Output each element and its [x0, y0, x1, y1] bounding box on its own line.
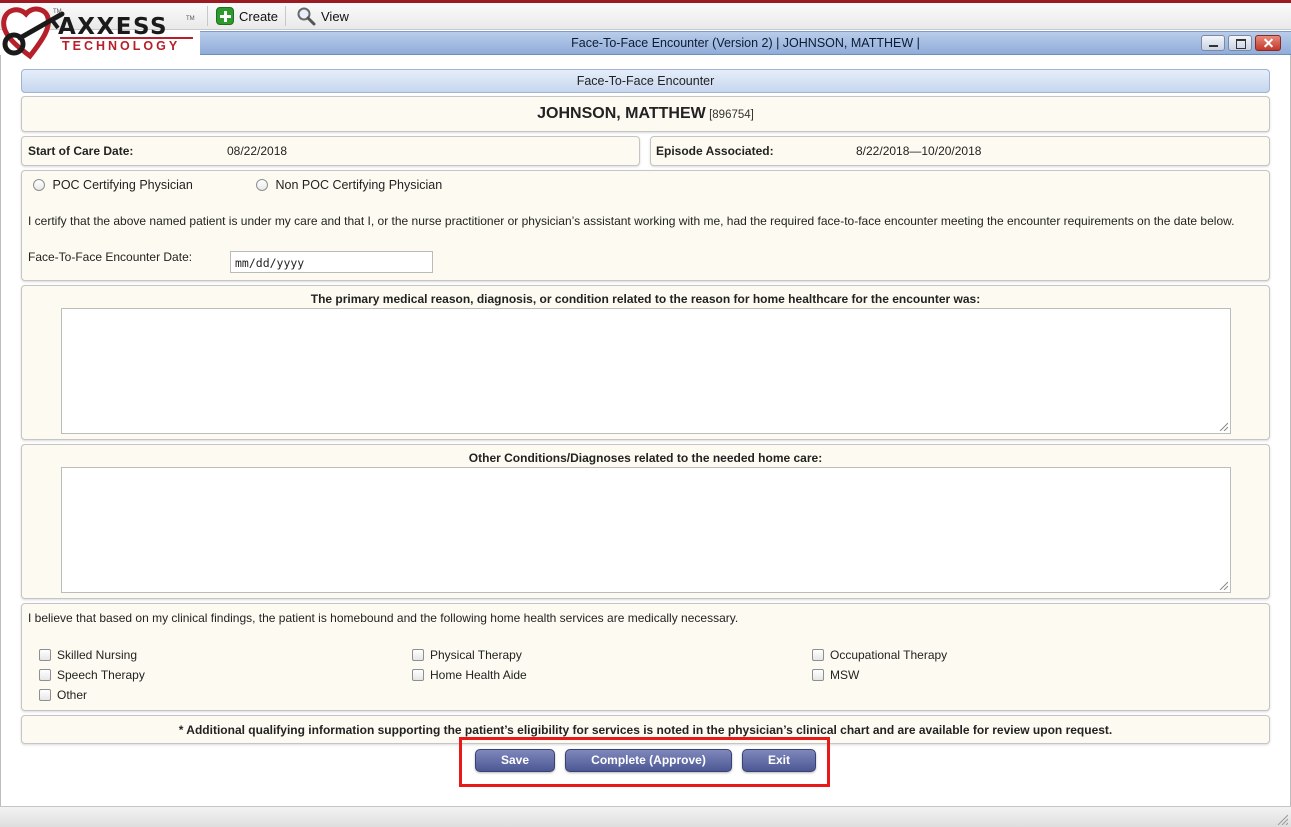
- close-icon[interactable]: [1255, 35, 1281, 51]
- episode-value: 8/22/2018—10/20/2018: [856, 144, 982, 158]
- toolbar-separator: [207, 6, 208, 26]
- logo-subtitle: TECHNOLOGY: [62, 39, 181, 53]
- encounter-date-label: Face-To-Face Encounter Date:: [28, 250, 193, 264]
- skilled-nursing-checkbox[interactable]: [39, 649, 51, 661]
- start-of-care-value: 08/22/2018: [227, 144, 288, 158]
- physical-therapy-checkbox[interactable]: [412, 649, 424, 661]
- service-other[interactable]: Other: [39, 688, 87, 702]
- create-button[interactable]: Create: [210, 5, 284, 27]
- magnifier-icon: [297, 7, 316, 26]
- service-physical-therapy[interactable]: Physical Therapy: [412, 648, 522, 662]
- msw-checkbox[interactable]: [812, 669, 824, 681]
- view-button[interactable]: View: [290, 5, 355, 27]
- episode-label: Episode Associated:: [656, 144, 774, 158]
- other-checkbox[interactable]: [39, 689, 51, 701]
- certification-panel: POC Certifying Physician Non POC Certify…: [21, 170, 1270, 281]
- exit-button[interactable]: Exit: [742, 749, 816, 772]
- poc-physician-radio[interactable]: [33, 179, 45, 191]
- service-label: Other: [57, 688, 88, 702]
- encounter-date-input[interactable]: mm/dd/yyyy: [230, 251, 433, 273]
- service-label: MSW: [830, 668, 860, 682]
- patient-name: JOHNSON, MATTHEW: [537, 105, 706, 122]
- other-conditions-textarea[interactable]: [61, 467, 1231, 593]
- plus-icon: [216, 7, 234, 25]
- other-conditions-panel: Other Conditions/Diagnoses related to th…: [21, 444, 1270, 599]
- start-of-care-panel: Start of Care Date: 08/22/2018: [21, 136, 640, 166]
- resize-grip-icon[interactable]: [1218, 421, 1228, 431]
- minimize-icon[interactable]: [1201, 35, 1225, 51]
- service-msw[interactable]: MSW: [812, 668, 859, 682]
- primary-reason-textarea[interactable]: [61, 308, 1231, 434]
- non-poc-physician-label: Non POC Certifying Physician: [275, 178, 443, 192]
- patient-panel: JOHNSON, MATTHEW [896754]: [21, 96, 1270, 132]
- speech-therapy-checkbox[interactable]: [39, 669, 51, 681]
- occupational-therapy-checkbox[interactable]: [812, 649, 824, 661]
- window-controls: [1201, 35, 1281, 51]
- non-poc-physician-option[interactable]: Non POC Certifying Physician: [256, 178, 442, 192]
- patient-id: [896754]: [709, 109, 754, 121]
- view-label: View: [321, 8, 349, 24]
- service-occupational-therapy[interactable]: Occupational Therapy: [812, 648, 947, 662]
- service-label: Physical Therapy: [430, 648, 522, 662]
- non-poc-physician-radio[interactable]: [256, 179, 268, 191]
- poc-physician-option[interactable]: POC Certifying Physician: [33, 178, 193, 192]
- services-panel: I believe that based on my clinical find…: [21, 603, 1270, 711]
- window-title: Face-To-Face Encounter (Version 2) | JOH…: [571, 36, 920, 50]
- resize-grip-icon[interactable]: [1218, 580, 1228, 590]
- start-of-care-label: Start of Care Date:: [28, 144, 134, 158]
- logo-tm-2: TM: [186, 16, 195, 22]
- home-health-aide-checkbox[interactable]: [412, 669, 424, 681]
- axxess-logo: AXXESS TM TM TECHNOLOGY: [0, 4, 200, 62]
- toolbar-separator: [285, 6, 286, 26]
- complete-approve-button[interactable]: Complete (Approve): [565, 749, 732, 772]
- service-speech-therapy[interactable]: Speech Therapy: [39, 668, 145, 682]
- episode-panel: Episode Associated: 8/22/2018—10/20/2018: [650, 136, 1270, 166]
- primary-reason-label: The primary medical reason, diagnosis, o…: [310, 292, 981, 306]
- maximize-icon[interactable]: [1228, 35, 1252, 51]
- primary-reason-panel: The primary medical reason, diagnosis, o…: [21, 285, 1270, 440]
- logo-tm: TM: [53, 9, 62, 15]
- status-bar: [0, 806, 1291, 827]
- service-skilled-nursing[interactable]: Skilled Nursing: [39, 648, 137, 662]
- service-label: Home Health Aide: [430, 668, 527, 682]
- homebound-text: I believe that based on my clinical find…: [28, 611, 739, 625]
- save-button[interactable]: Save: [475, 749, 555, 772]
- service-label: Occupational Therapy: [830, 648, 948, 662]
- poc-physician-label: POC Certifying Physician: [52, 178, 193, 192]
- footnote-text: * Additional qualifying information supp…: [178, 723, 1113, 737]
- other-conditions-label: Other Conditions/Diagnoses related to th…: [468, 451, 823, 465]
- window-resize-icon[interactable]: [1276, 813, 1288, 825]
- create-label: Create: [239, 8, 279, 24]
- window-titlebar[interactable]: Face-To-Face Encounter (Version 2) | JOH…: [200, 31, 1291, 55]
- service-home-health-aide[interactable]: Home Health Aide: [412, 668, 527, 682]
- service-label: Speech Therapy: [57, 668, 145, 682]
- section-header: Face-To-Face Encounter: [21, 69, 1270, 93]
- certify-text: I certify that the above named patient i…: [28, 214, 1235, 228]
- service-label: Skilled Nursing: [57, 648, 138, 662]
